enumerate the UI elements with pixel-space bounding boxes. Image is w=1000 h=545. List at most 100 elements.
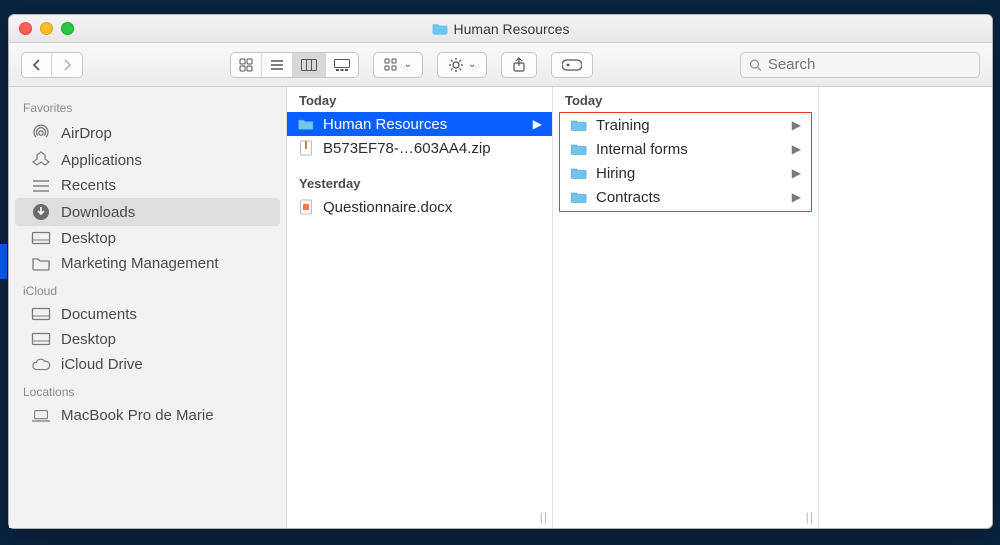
desktop-icon [31,307,51,323]
chevron-right-icon: ▶ [792,118,801,132]
sidebar-section-favorites: Favorites [9,93,286,119]
main-content: Favorites AirDrop Applications Recents [9,87,992,528]
file-label: B573EF78-…603AA4.zip [323,140,542,157]
action-menu-button[interactable]: ⌄ [437,52,487,78]
columns-view: Today Human Resources ▶ B573EF78-…603AA4… [287,87,992,528]
finder-window: Human Resources [8,14,993,529]
file-label: Hiring [596,165,784,182]
tags-button[interactable] [551,52,593,78]
close-button[interactable] [19,22,32,35]
bg-selection-strip [0,244,7,279]
nav-back-forward [21,52,83,78]
window-controls [19,22,74,35]
sidebar-section-locations: Locations [9,377,286,403]
maximize-button[interactable] [61,22,74,35]
applications-icon [31,151,51,169]
file-label: Training [596,117,784,134]
file-row-zip[interactable]: B573EF78-…603AA4.zip [287,136,552,160]
file-row-folder[interactable]: Internal forms ▶ [560,137,811,161]
file-label: Internal forms [596,141,784,158]
highlighted-group: Training ▶ Internal forms ▶ [559,112,812,212]
window-title: Human Resources [9,21,992,37]
sidebar-item-documents[interactable]: Documents [9,302,286,327]
group-icon [384,58,400,72]
tag-icon [562,59,582,71]
title-bar: Human Resources [9,15,992,43]
forward-button[interactable] [52,53,82,77]
recents-icon [31,178,51,194]
sidebar-item-desktop-icloud[interactable]: Desktop [9,327,286,352]
view-list-button[interactable] [262,53,293,77]
sidebar-item-marketing-management[interactable]: Marketing Management [9,251,286,276]
folder-icon [297,115,315,133]
downloads-icon [31,202,51,222]
folder-icon [570,188,588,206]
sidebar-item-macbook[interactable]: MacBook Pro de Marie [9,403,286,428]
sidebar-item-label: Recents [61,177,116,194]
file-label: Human Resources [323,116,525,133]
column-drag-handle[interactable]: || [806,510,814,524]
file-column-2 [819,87,992,528]
group-header: Today [287,87,552,112]
sidebar-item-label: Marketing Management [61,255,219,272]
sidebar-item-label: AirDrop [61,125,112,142]
group-header: Today [553,87,818,112]
search-icon [749,58,762,72]
sidebar-item-label: Downloads [61,204,135,221]
cloud-icon [31,358,51,372]
airdrop-icon [31,123,51,143]
sidebar-item-downloads[interactable]: Downloads [15,198,280,226]
file-row-folder[interactable]: Hiring ▶ [560,161,811,185]
window-title-text: Human Resources [454,21,570,37]
search-field[interactable] [740,52,980,78]
sidebar-item-label: MacBook Pro de Marie [61,407,214,424]
file-row-doc[interactable]: Questionnaire.docx [287,195,552,219]
file-column-1: Today Training ▶ Internal forms [553,87,819,528]
file-row-folder[interactable]: Training ▶ [560,113,811,137]
back-button[interactable] [22,53,52,77]
folder-icon [31,256,51,272]
folder-icon [570,116,588,134]
chevron-right-icon: ▶ [533,117,542,131]
sidebar-item-label: Desktop [61,230,116,247]
list-icon [270,59,284,71]
sidebar-item-recents[interactable]: Recents [9,173,286,198]
file-column-0: Today Human Resources ▶ B573EF78-…603AA4… [287,87,553,528]
column-drag-handle[interactable]: || [540,510,548,524]
share-button[interactable] [501,52,537,78]
toolbar: ⌄ ⌄ [9,43,992,87]
view-columns-button[interactable] [293,53,326,77]
file-row-folder[interactable]: Contracts ▶ [560,185,811,209]
chevron-right-icon: ▶ [792,190,801,204]
sidebar: Favorites AirDrop Applications Recents [9,87,287,528]
group-by-button[interactable]: ⌄ [373,52,423,78]
sidebar-item-icloud-drive[interactable]: iCloud Drive [9,352,286,377]
sidebar-item-airdrop[interactable]: AirDrop [9,119,286,147]
gallery-icon [334,59,350,71]
view-gallery-button[interactable] [326,53,358,77]
sidebar-section-icloud: iCloud [9,276,286,302]
minimize-button[interactable] [40,22,53,35]
search-input[interactable] [768,56,971,73]
gear-icon [448,57,464,73]
sidebar-item-label: Desktop [61,331,116,348]
file-row-folder[interactable]: Human Resources ▶ [287,112,552,136]
desktop-icon [31,332,51,348]
file-label: Contracts [596,189,784,206]
columns-icon [301,59,317,71]
chevron-down-icon: ⌄ [404,59,412,70]
doc-icon [297,198,315,216]
desktop-icon [31,231,51,247]
icon-grid-icon [239,58,253,72]
zip-icon [297,139,315,157]
view-mode-switch [230,52,359,78]
chevron-left-icon [32,59,42,71]
file-label: Questionnaire.docx [323,199,542,216]
view-icons-button[interactable] [231,53,262,77]
folder-icon [570,140,588,158]
folder-icon [432,22,448,35]
sidebar-item-applications[interactable]: Applications [9,147,286,173]
sidebar-item-label: Documents [61,306,137,323]
chevron-right-icon: ▶ [792,142,801,156]
sidebar-item-desktop[interactable]: Desktop [9,226,286,251]
